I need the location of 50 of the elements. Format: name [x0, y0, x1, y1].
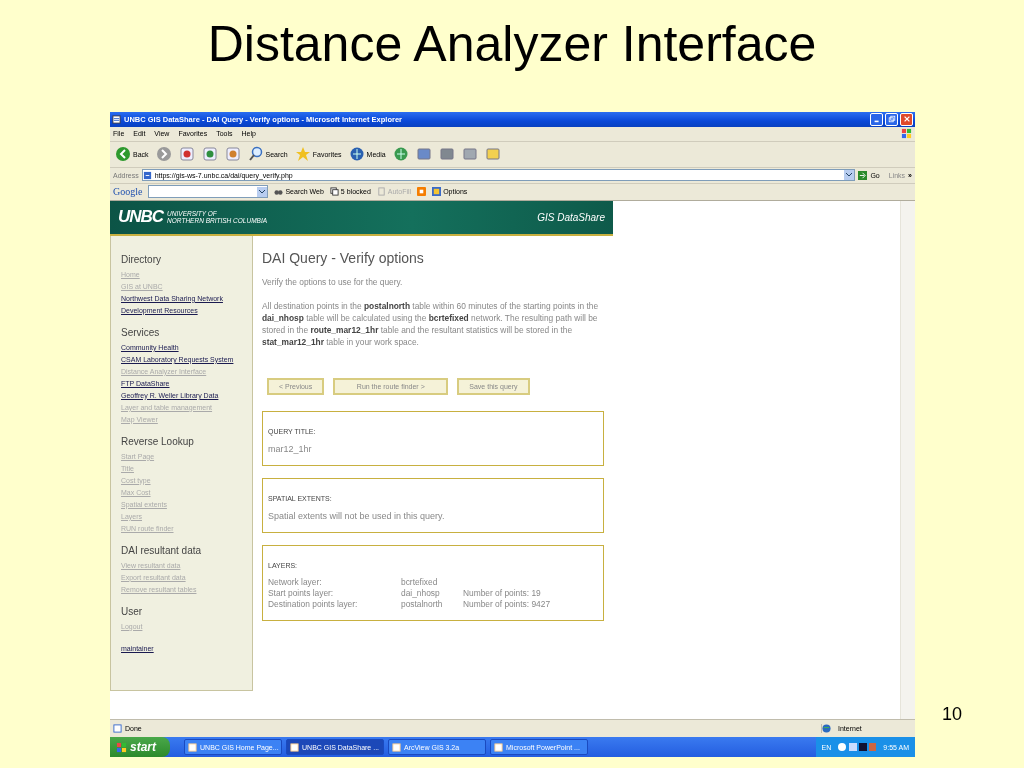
scrollbar[interactable] [900, 200, 915, 720]
layer-label: Network layer: [268, 576, 323, 588]
panel-text: mar12_1hr [268, 442, 313, 455]
minimize-button[interactable] [870, 112, 883, 126]
binoculars-icon [274, 187, 284, 197]
window-icon [494, 742, 503, 752]
dropdown-icon[interactable] [257, 186, 268, 197]
dropdown-icon[interactable] [844, 170, 855, 181]
search-field[interactable] [148, 185, 269, 199]
google-logo[interactable]: Google [113, 186, 143, 198]
window-icon [392, 742, 401, 752]
page-icon [112, 114, 121, 124]
sidebar-heading: User [121, 605, 143, 617]
point-count: Number of points: 9427 [463, 598, 552, 610]
star-icon [294, 146, 311, 163]
sidebar-heading: Services [121, 326, 160, 338]
tray-icons-drawing[interactable] [837, 742, 878, 752]
layer-label: Destination points layer: [268, 598, 359, 610]
search-icon [247, 146, 264, 163]
layer-value: bcrtefixed [401, 576, 439, 588]
layer-value: postalnorth [401, 598, 444, 610]
university-logo: UNBC [118, 207, 164, 228]
sidebar-heading: Directory [121, 253, 161, 265]
intro-text: Verify the options to use for the query. [262, 275, 404, 288]
slide-title: Distance Analyzer Interface [207, 15, 817, 74]
globe-icon [348, 146, 365, 163]
windows-flag-icon [116, 741, 127, 753]
site-name: GIS DataShare [537, 211, 605, 223]
layer-value: dai_nhosp [401, 587, 441, 599]
slide-number: 10 [942, 704, 963, 725]
go-arrow-icon [858, 170, 868, 180]
restore-icon [887, 115, 896, 124]
start-button[interactable]: start [110, 737, 170, 757]
close-icon [902, 115, 911, 124]
close-button[interactable] [900, 112, 913, 126]
windows-flag-icon [901, 128, 912, 140]
restore-button[interactable] [885, 112, 898, 126]
sidebar-heading: DAI resultant data [121, 544, 202, 556]
sidebar-heading: Reverse Lookup [121, 435, 194, 447]
summary-paragraph: All destination points in the postalnorth table within 60 minutes of the starting points in the dai_nhosp table will be calculated using the bcrtefixed network. The resulting path will be stored in the route_mar12_1hr table and the resultant statistics will be stored in the stat_mar12_1hr table in your work space. [262, 299, 600, 348]
windows-icon [329, 187, 339, 197]
panel-text: Spatial extents will not be used in this query. [268, 509, 446, 522]
window-icon [290, 742, 299, 752]
layer-label: Start points layer: [268, 587, 335, 599]
globe-icon [822, 724, 831, 734]
page-icon [113, 724, 122, 734]
page-icon [142, 170, 152, 180]
window-icon [188, 742, 197, 752]
page-heading: DAI Query - Verify options [262, 249, 425, 266]
point-count: Number of points: 19 [463, 587, 542, 599]
